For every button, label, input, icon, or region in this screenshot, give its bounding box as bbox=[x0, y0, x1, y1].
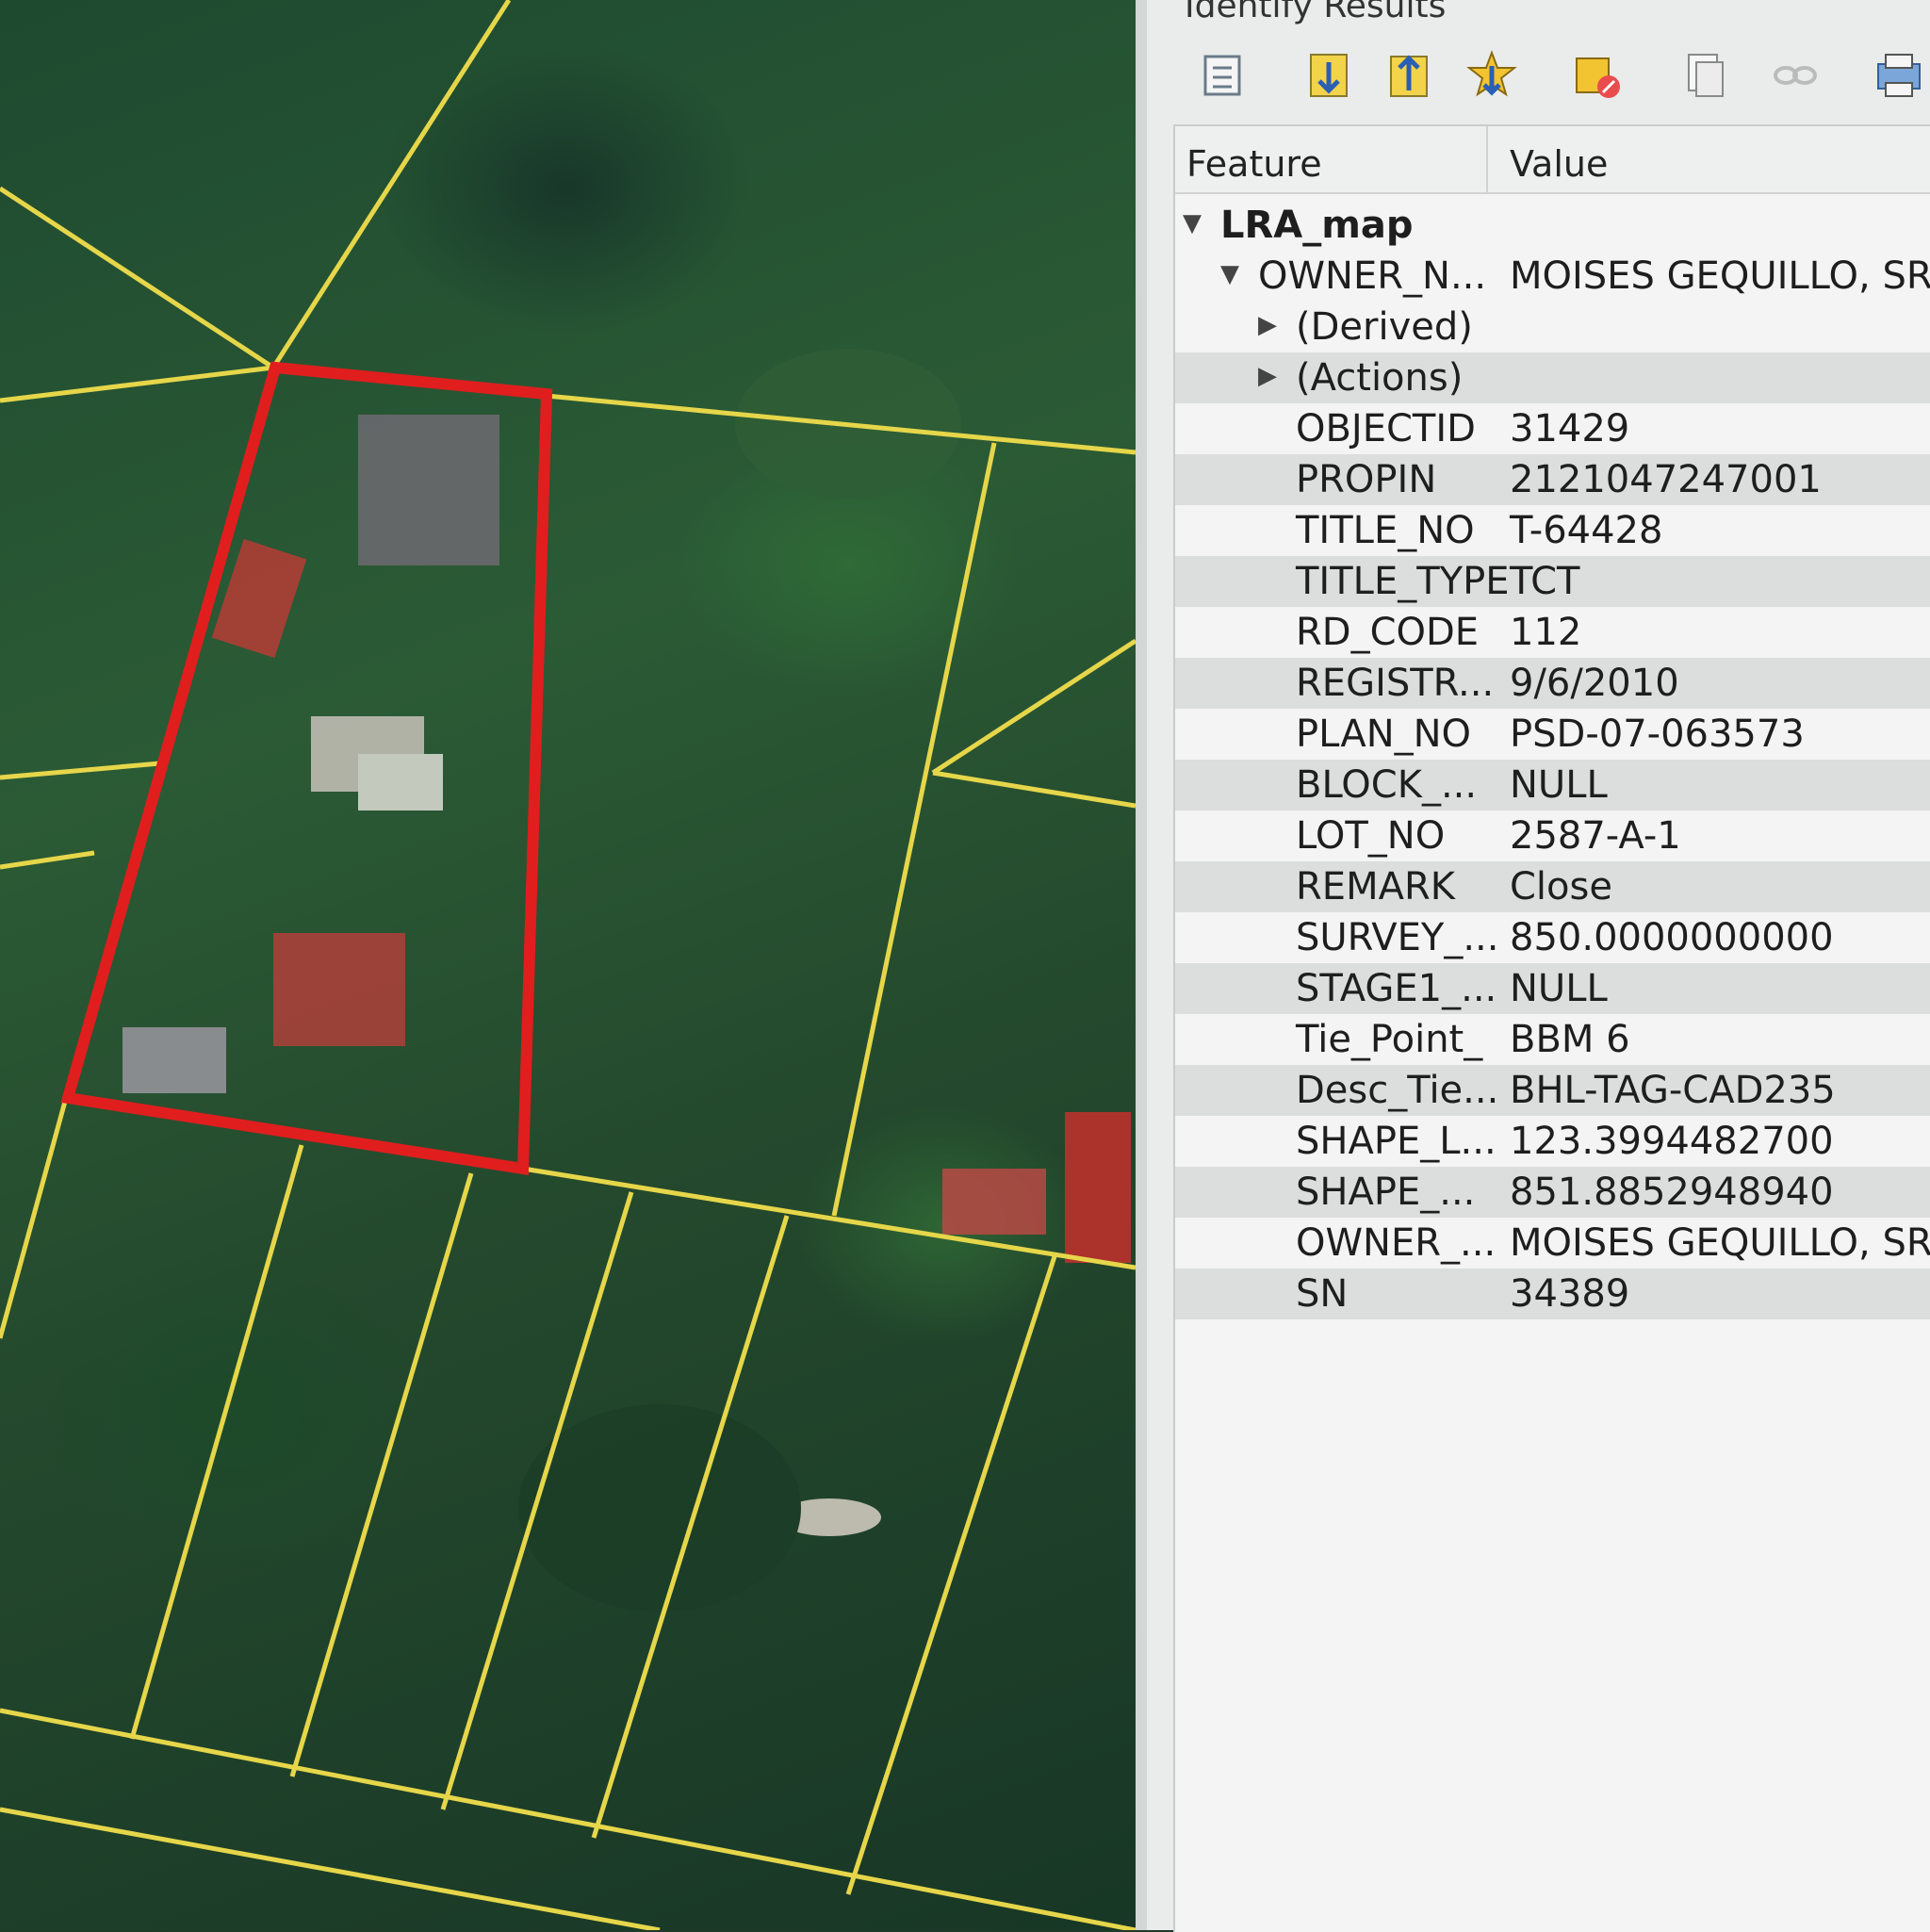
attribute-name: STAGE1_... bbox=[1296, 967, 1497, 1010]
link-icon[interactable] bbox=[1769, 49, 1822, 102]
attribute-name: TITLE_TYPE bbox=[1296, 560, 1510, 603]
attribute-value: TCT bbox=[1510, 560, 1580, 603]
column-header-feature[interactable]: Feature bbox=[1186, 143, 1322, 185]
attribute-name: SHAPE_... bbox=[1296, 1171, 1476, 1214]
attribute-row[interactable]: Desc_Tie... BHL-TAG-CAD235 bbox=[1175, 1065, 1930, 1116]
attribute-value: MOISES GEQUILLO, SR. bbox=[1510, 1221, 1930, 1265]
attribute-row[interactable]: SURVEY_... 850.0000000000 bbox=[1175, 912, 1930, 963]
attribute-value: 123.3994482700 bbox=[1510, 1120, 1834, 1163]
copy-icon[interactable] bbox=[1679, 49, 1732, 102]
attribute-row[interactable]: SN 34389 bbox=[1175, 1269, 1930, 1319]
attribute-row[interactable]: STAGE1_... NULL bbox=[1175, 963, 1930, 1014]
attribute-name: SHAPE_L... bbox=[1296, 1120, 1497, 1163]
imagery-features bbox=[123, 349, 1131, 1612]
attribute-row[interactable]: REMARK Close bbox=[1175, 861, 1930, 912]
attribute-name: LOT_NO bbox=[1296, 814, 1446, 858]
parcel-lines bbox=[0, 0, 1136, 1930]
attribute-value: 9/6/2010 bbox=[1510, 662, 1679, 705]
attribute-row[interactable]: BLOCK_... NULL bbox=[1175, 760, 1930, 810]
attribute-value: 34389 bbox=[1510, 1272, 1630, 1316]
expand-new-features-icon[interactable] bbox=[1382, 49, 1435, 102]
identify-results-panel: Identify Results Feature Value ▼ LRA_map… bbox=[1136, 0, 1930, 1932]
layer-name: LRA_map bbox=[1220, 204, 1414, 247]
attribute-row[interactable]: OWNER_... MOISES GEQUILLO, SR. bbox=[1175, 1218, 1930, 1269]
collapsed-arrow-icon[interactable]: ▶ bbox=[1258, 311, 1277, 339]
tree-row-derived[interactable]: ▶ (Derived) bbox=[1175, 302, 1930, 352]
attribute-name: Desc_Tie... bbox=[1296, 1069, 1499, 1112]
attribute-value: BBM 6 bbox=[1510, 1018, 1630, 1061]
expanded-arrow-icon[interactable]: ▼ bbox=[1220, 260, 1239, 288]
attribute-name: RD_CODE bbox=[1296, 611, 1480, 654]
attribute-value: 2121047247001 bbox=[1510, 458, 1822, 501]
attribute-row[interactable]: SHAPE_... 851.8852948940 bbox=[1175, 1167, 1930, 1218]
attribute-name: OBJECTID bbox=[1296, 407, 1476, 450]
column-header-value[interactable]: Value bbox=[1510, 143, 1608, 185]
tree-row-actions[interactable]: ▶ (Actions) bbox=[1175, 352, 1930, 403]
attribute-row[interactable]: LOT_NO 2587-A-1 bbox=[1175, 810, 1930, 861]
collapse-tree-icon[interactable] bbox=[1302, 49, 1355, 102]
group-actions: (Actions) bbox=[1296, 356, 1464, 400]
highlight-icon[interactable] bbox=[1465, 49, 1518, 102]
tree-header: Feature Value bbox=[1175, 126, 1930, 194]
attribute-name: REGISTR... bbox=[1296, 662, 1495, 705]
map-canvas[interactable] bbox=[0, 0, 1136, 1930]
attribute-row[interactable]: RD_CODE 112 bbox=[1175, 607, 1930, 658]
attribute-name: PROPIN bbox=[1296, 458, 1437, 501]
results-tree: Feature Value ▼ LRA_map ▼ OWNER_N... MOI… bbox=[1173, 124, 1930, 1932]
attribute-row[interactable]: PLAN_NO PSD-07-063573 bbox=[1175, 709, 1930, 760]
attribute-value: 850.0000000000 bbox=[1510, 916, 1834, 959]
tree-row-feature[interactable]: ▼ OWNER_N... MOISES GEQUILLO, SR. bbox=[1175, 251, 1930, 302]
attribute-value: 112 bbox=[1510, 611, 1582, 654]
attribute-value: 2587-A-1 bbox=[1510, 814, 1681, 858]
attribute-name: SN bbox=[1296, 1272, 1349, 1316]
clear-results-icon[interactable] bbox=[1571, 49, 1624, 102]
attribute-value: NULL bbox=[1510, 967, 1608, 1010]
attribute-value: PSD-07-063573 bbox=[1510, 712, 1805, 756]
parcel-overlay bbox=[0, 0, 1136, 1930]
attribute-name: BLOCK_... bbox=[1296, 763, 1478, 807]
attribute-name: Tie_Point_ bbox=[1296, 1018, 1483, 1061]
feature-value: MOISES GEQUILLO, SR. bbox=[1510, 254, 1930, 298]
attribute-name: TITLE_NO bbox=[1296, 509, 1475, 552]
attribute-name: OWNER_... bbox=[1296, 1221, 1497, 1265]
feature-field: OWNER_N... bbox=[1258, 254, 1487, 298]
attribute-value: Close bbox=[1510, 865, 1612, 909]
attribute-name: SURVEY_... bbox=[1296, 916, 1499, 959]
attribute-value: BHL-TAG-CAD235 bbox=[1510, 1069, 1836, 1112]
attribute-value: T-64428 bbox=[1510, 509, 1663, 552]
attribute-row[interactable]: PROPIN 2121047247001 bbox=[1175, 454, 1930, 505]
attribute-value: NULL bbox=[1510, 763, 1608, 807]
tree-row-layer[interactable]: ▼ LRA_map bbox=[1175, 200, 1930, 251]
collapsed-arrow-icon[interactable]: ▶ bbox=[1258, 362, 1277, 390]
identify-toolbar bbox=[1147, 38, 1930, 123]
attribute-row[interactable]: OBJECTID 31429 bbox=[1175, 403, 1930, 454]
expanded-arrow-icon[interactable]: ▼ bbox=[1183, 209, 1202, 237]
attribute-value: 31429 bbox=[1510, 407, 1630, 450]
print-icon[interactable] bbox=[1873, 49, 1925, 102]
attribute-row[interactable]: SHAPE_L... 123.3994482700 bbox=[1175, 1116, 1930, 1167]
attribute-value: 851.8852948940 bbox=[1510, 1171, 1834, 1214]
column-divider[interactable] bbox=[1486, 126, 1488, 192]
attribute-row[interactable]: TITLE_NO T-64428 bbox=[1175, 505, 1930, 556]
attribute-row[interactable]: Tie_Point_ BBM 6 bbox=[1175, 1014, 1930, 1065]
group-derived: (Derived) bbox=[1296, 305, 1473, 349]
attribute-name: PLAN_NO bbox=[1296, 712, 1472, 756]
expand-tree-icon[interactable] bbox=[1196, 49, 1249, 102]
panel-title: Identify Results bbox=[1185, 0, 1447, 25]
attribute-row[interactable]: TITLE_TYPE TCT bbox=[1175, 556, 1930, 607]
attribute-name: REMARK bbox=[1296, 865, 1455, 909]
attribute-row[interactable]: REGISTR... 9/6/2010 bbox=[1175, 658, 1930, 709]
